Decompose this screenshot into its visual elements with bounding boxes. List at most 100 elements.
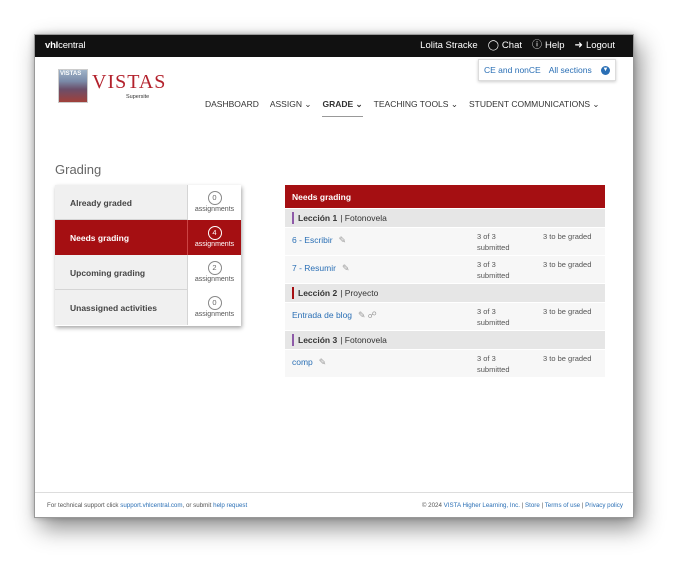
brand-rest: central [58,40,86,51]
lesson-header: Lección 3 | Fotonovela [285,330,605,349]
count-badge: 4 [207,226,222,240]
attachment-icon[interactable]: ☍ [368,310,377,320]
section-selector[interactable]: CE and nonCE All sections ▼ [478,59,616,81]
company-link[interactable]: VISTA Higher Learning, Inc. [444,502,520,509]
submitted-label: submitted [477,318,510,327]
page-title: Grading [55,162,102,177]
vhlcentral-logo[interactable]: vhlcentral [45,40,85,51]
chat-label: Chat [501,40,522,51]
count-unit: assignments [194,241,235,248]
category-unassigned-activities[interactable]: Unassigned activities 0 assignments [55,290,241,325]
nav-grade[interactable]: GRADE ⌄ [322,99,363,117]
logout-link[interactable]: ➜ Logout [575,40,615,51]
logo-word: VISTAS [92,71,167,93]
category-needs-grading[interactable]: Needs grading 4 assignments [55,220,241,255]
nav-student-communications-label: STUDENT COMMUNICATIONS [468,99,591,109]
footer-text: For technical support click [47,502,119,509]
store-link[interactable]: Store [525,502,540,509]
lesson-color-bar [292,334,294,346]
nav-assign-label: ASSIGN [269,99,302,109]
submitted-status: 3 of 3 submitted [477,259,510,281]
brand-bold: vhl [45,40,59,51]
lesson-title: Lección 1 [298,213,338,223]
support-link[interactable]: support.vhlcentral.com [120,502,182,509]
chevron-down-icon: ▼ [601,66,610,75]
terms-link[interactable]: Terms of use [545,502,580,509]
assignment-name: Entrada de blog [292,310,353,320]
assignment-link[interactable]: comp ✎ [292,357,326,368]
panel-header: Needs grading [285,185,605,208]
chat-link[interactable]: ◯ Chat [488,40,522,51]
user-name[interactable]: Lolita Stracke [420,40,478,51]
to-be-graded: 3 to be graded [543,307,592,316]
footer-text-mid: , or submit [182,502,212,509]
category-count: 0 assignments [187,290,241,325]
chevron-down-icon: ⌄ [355,99,363,109]
assignment-link[interactable]: Entrada de blog ✎ ☍ [292,310,377,321]
count-badge: 0 [207,296,222,310]
assignment-name: 7 - Resumir [292,263,336,273]
help-link[interactable]: ⓘ Help [532,40,565,51]
vistas-cover-image: VISTAS [58,69,88,103]
to-be-graded: 3 to be graded [543,260,592,269]
assignment-row: 6 - Escribir ✎ 3 of 3 submitted 3 to be gr… [285,227,605,255]
lesson-color-bar [292,287,294,299]
submitted-count: 3 of 3 [477,354,496,363]
cover-tag: VISTAS [60,71,82,77]
logout-icon: ➜ [574,39,583,51]
logout-label: Logout [585,40,615,51]
submitted-count: 3 of 3 [477,307,496,316]
pencil-icon[interactable]: ✎ [339,235,347,245]
nav-student-communications[interactable]: STUDENT COMMUNICATIONS ⌄ [469,99,600,117]
course-label: CE and nonCE [484,65,541,75]
count-unit: assignments [194,206,235,213]
to-be-graded: 3 to be graded [543,354,592,363]
category-label: Upcoming grading [70,268,146,278]
category-count: 2 assignments [187,255,241,290]
section-label: All sections [548,65,592,75]
nav-dashboard[interactable]: DASHBOARD [205,99,259,117]
category-upcoming-grading[interactable]: Upcoming grading 2 assignments [55,255,241,290]
lesson-type: Proyecto [344,288,379,298]
footer: For technical support click support.vhlc… [35,492,633,517]
submitted-count: 3 of 3 [477,232,496,241]
category-count: 4 assignments [187,220,241,255]
assignment-row: 7 - Resumir ✎ 3 of 3 submitted 3 to be gra… [285,255,605,283]
category-label: Needs grading [70,233,130,243]
category-label: Already graded [70,198,132,208]
assignment-link[interactable]: 6 - Escribir ✎ [292,235,346,246]
chevron-down-icon: ⌄ [304,99,312,109]
lesson-type: Fotonovela [344,213,387,223]
help-request-link[interactable]: help request [213,502,247,509]
pencil-icon[interactable]: ✎ [358,310,366,320]
nav-teaching-tools[interactable]: TEACHING TOOLS ⌄ [374,99,458,117]
nav-assign[interactable]: ASSIGN ⌄ [270,99,312,117]
submitted-count: 3 of 3 [477,260,496,269]
lesson-title: Lección 2 [298,288,338,298]
category-already-graded[interactable]: Already graded 0 assignments [55,185,241,220]
count-badge: 2 [207,261,222,275]
privacy-link[interactable]: Privacy policy [585,502,623,509]
count-badge: 0 [207,191,222,205]
pencil-icon[interactable]: ✎ [342,263,350,273]
submitted-status: 3 of 3 submitted [477,306,510,328]
category-count: 0 assignments [187,185,241,220]
assignment-link[interactable]: 7 - Resumir ✎ [292,263,349,274]
logo-sub: Supersite [126,94,150,100]
category-label: Unassigned activities [70,303,157,313]
assignment-name: 6 - Escribir [292,235,333,245]
lesson-header: Lección 1 | Fotonovela [285,208,605,227]
vistas-logo[interactable]: VISTAS VISTAS Supersite [58,69,165,105]
copyright: © 2024 [421,502,442,509]
count-unit: assignments [194,276,235,283]
submitted-label: submitted [477,243,510,252]
top-nav: Lolita Stracke ◯ Chat ⓘ Help ➜ Logout [420,40,615,51]
help-label: Help [545,40,565,51]
pencil-icon[interactable]: ✎ [319,357,327,367]
chat-icon: ◯ [487,39,499,51]
needs-grading-panel: Needs grading Lección 1 | Fotonovela 6 - … [285,185,605,377]
lesson-type: Fotonovela [344,335,387,345]
top-bar: vhlcentral Lolita Stracke ◯ Chat ⓘ Help ➜ L… [35,35,633,57]
chevron-down-icon: ⌄ [450,99,458,109]
chevron-down-icon: ⌄ [592,99,600,109]
